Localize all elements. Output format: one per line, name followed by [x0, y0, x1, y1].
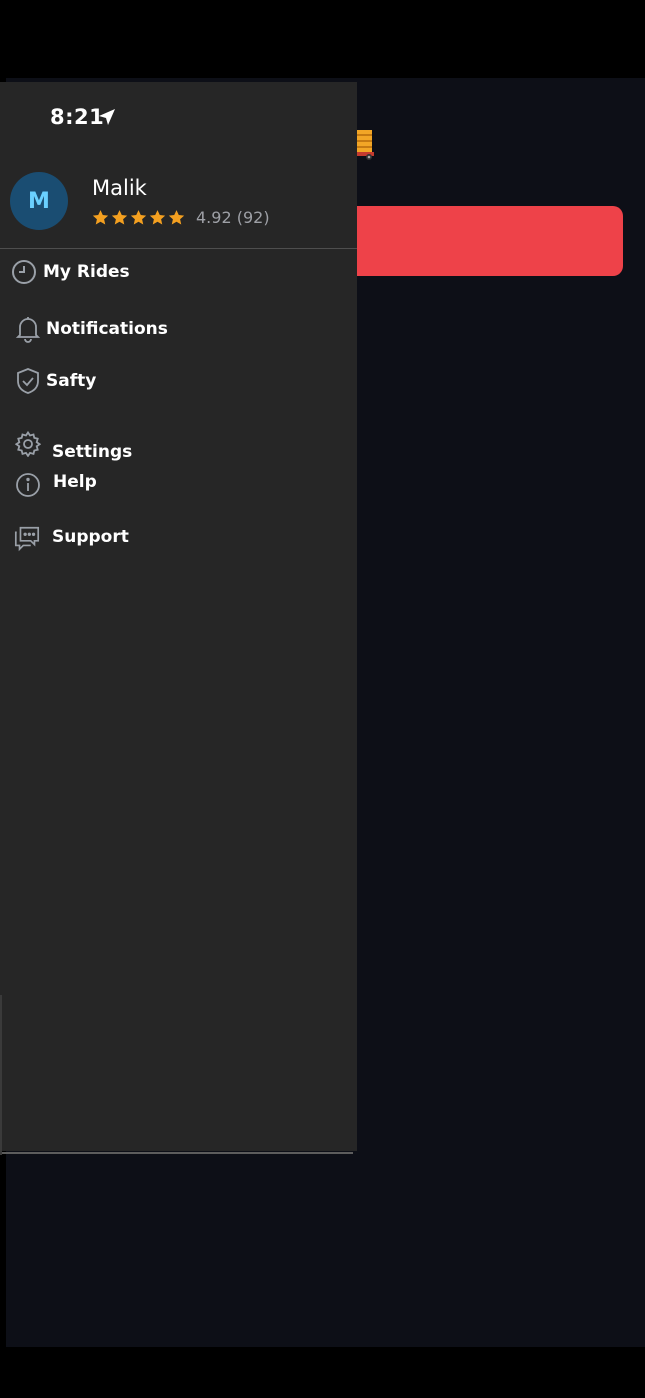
menu-item-label: Settings [52, 442, 133, 462]
rating-row: 4.92 (92) [92, 208, 270, 227]
star-icon [111, 210, 128, 225]
rating-stars [92, 209, 185, 226]
menu-item-support[interactable]: Support [13, 524, 129, 552]
star-icon [149, 210, 166, 225]
clock-icon [10, 258, 38, 286]
shield-check-icon [14, 367, 42, 395]
avatar[interactable]: M [10, 172, 68, 230]
side-drawer: 8:21 M Malik 4.92 (92) My Rides Notifica… [0, 82, 357, 1151]
drawer-edge-line [0, 995, 2, 1155]
top-letterbox [0, 0, 645, 78]
profile-divider [0, 248, 357, 249]
bottom-letterbox [0, 1347, 645, 1398]
bell-icon [14, 315, 42, 343]
menu-item-label: Support [52, 527, 129, 547]
menu-item-label: My Rides [43, 262, 130, 282]
star-icon [168, 210, 185, 225]
menu-item-help[interactable]: Help [14, 471, 97, 499]
menu-item-label: Notifications [46, 319, 168, 339]
star-icon [92, 210, 109, 225]
star-icon [130, 210, 147, 225]
location-arrow-icon [99, 109, 115, 125]
menu-item-safty[interactable]: Safty [14, 367, 96, 395]
menu-item-my-rides[interactable]: My Rides [10, 258, 130, 286]
chat-icon [13, 524, 41, 552]
menu-item-settings[interactable]: Settings [14, 426, 132, 462]
menu-item-label: Safty [46, 371, 97, 391]
info-icon [14, 471, 42, 499]
user-name: Malik [92, 176, 147, 200]
menu-item-notifications[interactable]: Notifications [14, 315, 168, 343]
status-time: 8:21 [50, 105, 105, 129]
menu-item-label: Help [53, 472, 97, 492]
gear-icon [14, 430, 42, 458]
rating-value: 4.92 (92) [196, 208, 270, 227]
drawer-bottom-line [2, 1152, 353, 1154]
